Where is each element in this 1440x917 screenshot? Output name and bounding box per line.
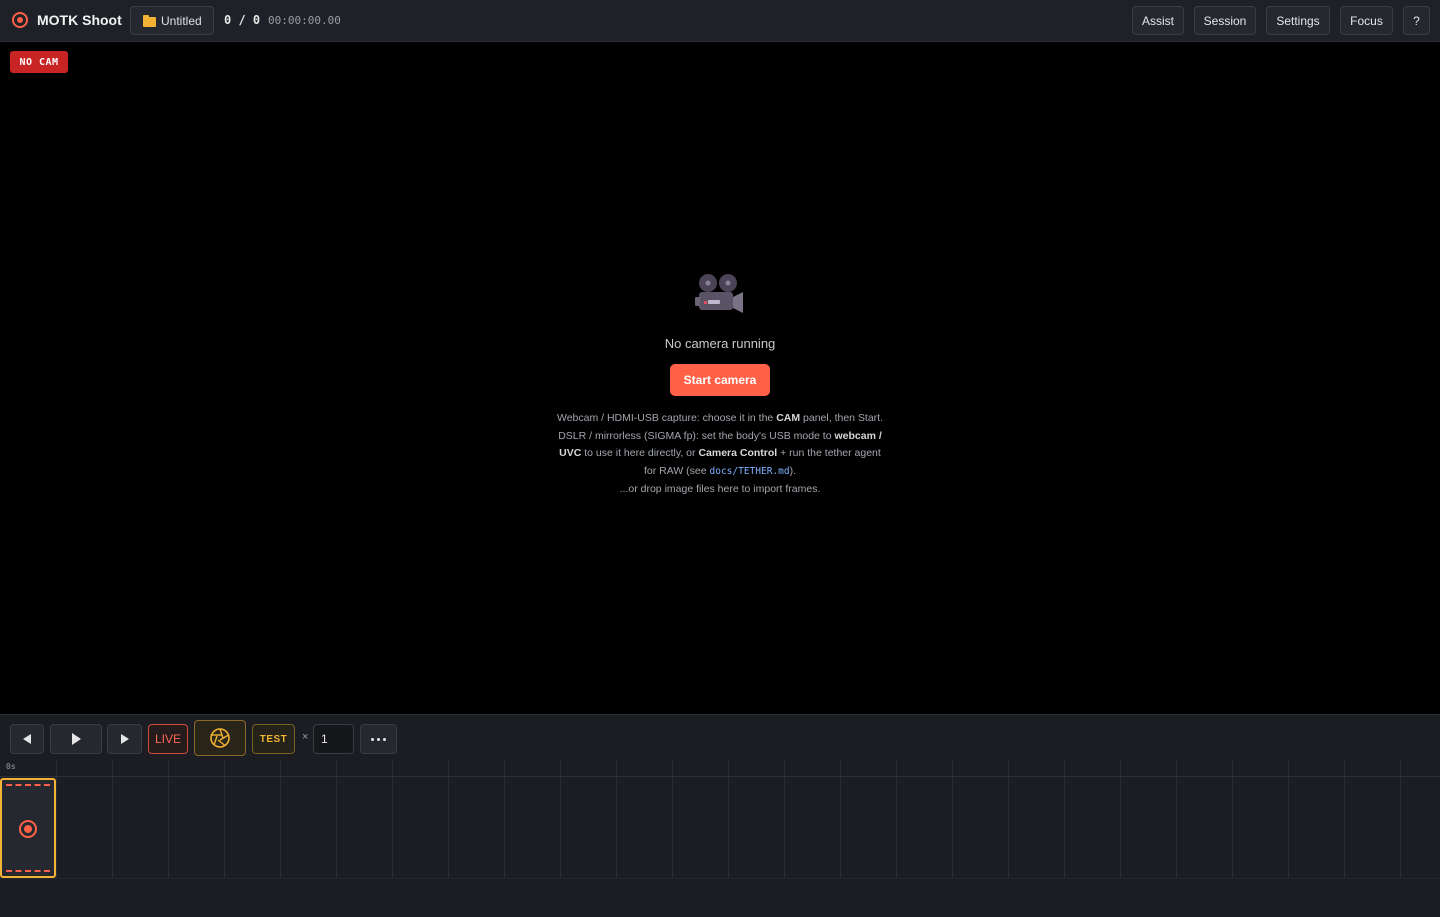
step-forward-icon — [120, 734, 129, 744]
timeline-gridline — [1064, 760, 1065, 878]
start-camera-button[interactable]: Start camera — [670, 364, 770, 396]
help-text: panel, then Start. — [800, 412, 884, 424]
help-text: to use it here directly, or — [581, 447, 699, 459]
settings-button[interactable]: Settings — [1266, 6, 1330, 35]
session-button[interactable]: Session — [1194, 6, 1256, 35]
project-button[interactable]: Untitled — [130, 6, 214, 35]
timeline-gridline — [1344, 760, 1345, 878]
help-emphasis: webcam / — [834, 429, 882, 442]
camera-viewport[interactable]: NO CAM No camera running Start camera We… — [0, 42, 1440, 714]
help-emphasis: UVC — [559, 447, 582, 459]
step-back-button[interactable] — [10, 724, 44, 754]
aperture-icon — [210, 728, 230, 748]
help-text: for RAW (see — [643, 464, 710, 477]
frame-counter: 0 / 0 — [224, 13, 261, 27]
ruler-start-label: 0s — [6, 762, 16, 771]
live-button[interactable]: LIVE — [148, 724, 188, 754]
transport-toolbar: LIVE TEST × — [0, 714, 1440, 760]
timeline-gridline — [560, 760, 561, 878]
timeline-gridline — [336, 760, 337, 878]
timeline-gridline — [672, 760, 673, 878]
help-emphasis: Camera Control — [698, 447, 778, 459]
help-text: + run the tether agent — [777, 447, 881, 459]
timeline-gridline — [616, 760, 617, 878]
app-title: MOTK Shoot — [37, 12, 122, 28]
onion-skin-button[interactable] — [194, 720, 246, 756]
timeline-gridline — [168, 760, 169, 878]
timeline-gridline — [56, 760, 57, 878]
timeline-gridline — [112, 760, 113, 878]
play-button[interactable] — [50, 724, 102, 754]
movie-camera-icon — [695, 274, 743, 313]
timeline-gridline — [1008, 760, 1009, 878]
test-shot-button[interactable]: TEST — [252, 724, 295, 754]
timeline-gridline — [448, 760, 449, 878]
timeline-gridline — [1176, 760, 1177, 878]
no-cam-badge: NO CAM — [10, 51, 68, 73]
capture-frame-slot[interactable] — [0, 778, 56, 878]
timeline-gridline — [392, 760, 393, 878]
help-emphasis: CAM — [776, 412, 801, 424]
timeline-gridline — [1400, 760, 1401, 878]
assist-button[interactable]: Assist — [1132, 6, 1184, 35]
timeline-ruler[interactable]: 0s — [0, 760, 1440, 777]
timeline-gridline — [280, 760, 281, 878]
timeline-gridline — [1288, 760, 1289, 878]
more-button[interactable] — [360, 724, 397, 754]
header: MOTK Shoot Untitled 0 / 0 00:00:00.00 As… — [0, 0, 1440, 42]
camera-help-text: Webcam / HDMI-USB capture: choose it in … — [548, 410, 892, 480]
times-symbol: × — [302, 731, 309, 743]
status-bar — [0, 878, 1440, 917]
project-name: Untitled — [161, 13, 202, 28]
timeline-gridline — [224, 760, 225, 878]
help-text: ). — [789, 464, 797, 477]
help-text: Webcam / HDMI-USB capture: choose it in … — [556, 412, 777, 424]
timeline-gridline — [952, 760, 953, 878]
record-logo-icon — [12, 12, 28, 28]
tether-docs-link[interactable]: docs/TETHER.md — [710, 466, 790, 477]
folder-icon — [143, 14, 156, 27]
timeline-gridline — [784, 760, 785, 878]
focus-button[interactable]: Focus — [1340, 6, 1393, 35]
help-button[interactable]: ? — [1403, 6, 1430, 35]
timeline[interactable]: 0s — [0, 760, 1440, 878]
play-icon — [71, 733, 81, 745]
timeline-gridline — [504, 760, 505, 878]
no-camera-message: No camera running — [664, 336, 776, 351]
step-back-icon — [23, 734, 31, 744]
timeline-gridline — [840, 760, 841, 878]
timeline-gridline — [728, 760, 729, 878]
timeline-gridline — [1120, 760, 1121, 878]
more-icon — [371, 737, 386, 741]
step-forward-button[interactable] — [107, 724, 142, 754]
timecode: 00:00:00.00 — [268, 14, 341, 27]
timeline-gridline — [896, 760, 897, 878]
shoot-count-input[interactable] — [313, 724, 354, 754]
timeline-gridline — [1232, 760, 1233, 878]
drop-hint: ...or drop image files here to import fr… — [619, 483, 821, 495]
record-icon — [19, 820, 37, 838]
help-text: DSLR / mirrorless (SIGMA fp): set the bo… — [558, 429, 835, 442]
